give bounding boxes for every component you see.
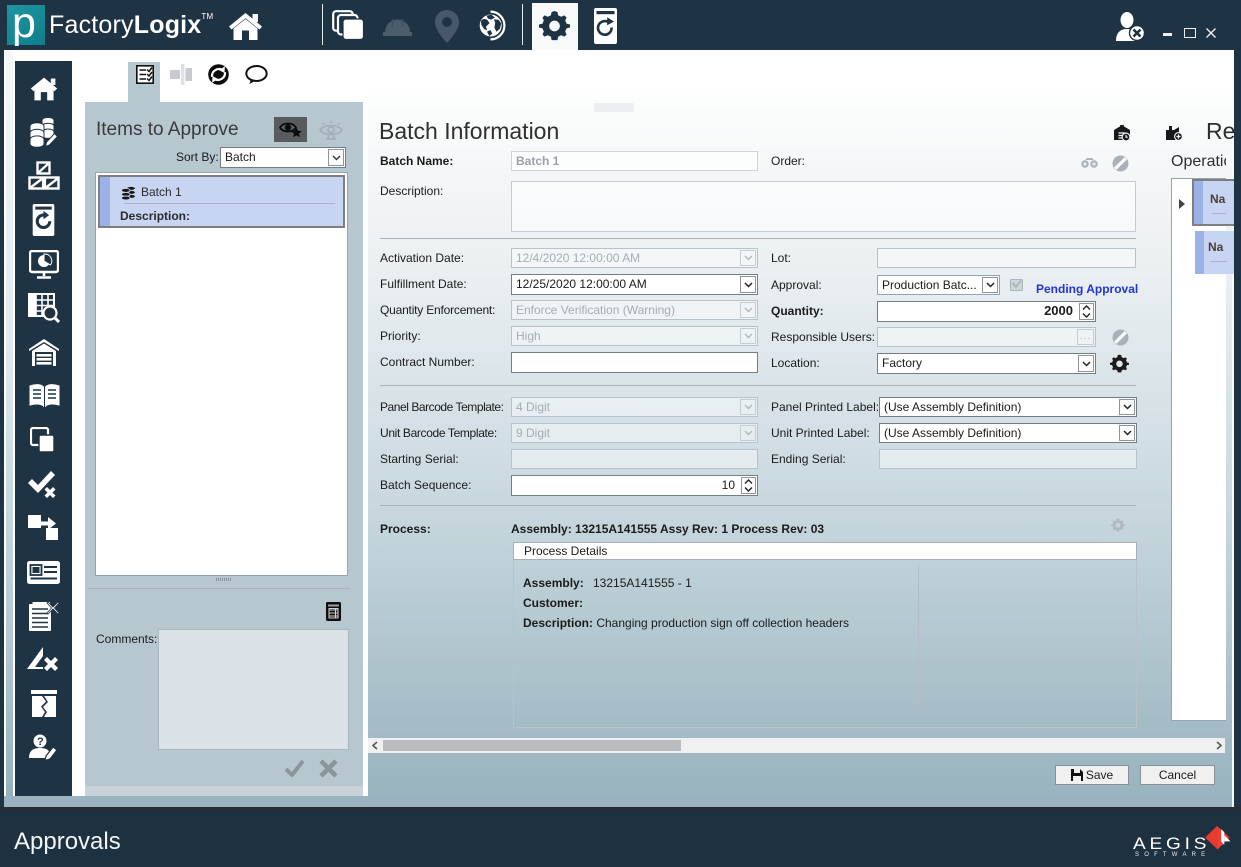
svg-text:?: ? (37, 736, 44, 748)
